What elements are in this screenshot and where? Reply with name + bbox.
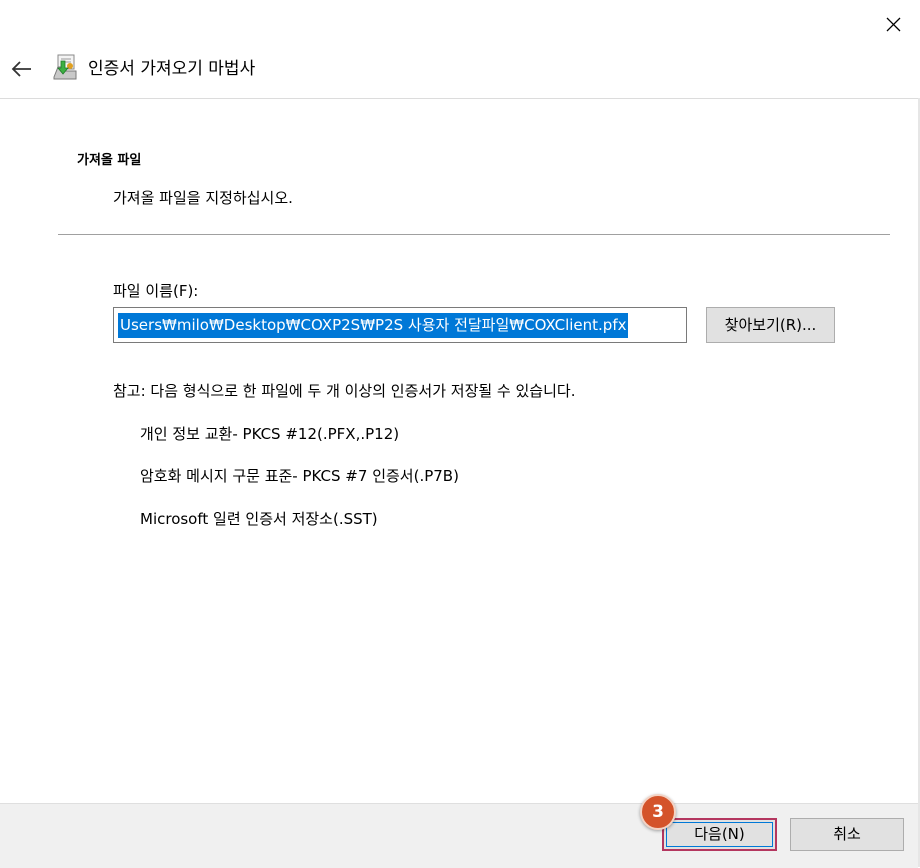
- file-name-value: Users₩milo₩Desktop₩COXP2S₩P2S 사용자 전달파일₩C…: [118, 313, 629, 338]
- next-button[interactable]: 다음(N): [662, 818, 777, 851]
- section-divider: [58, 234, 890, 235]
- close-icon: [886, 17, 901, 32]
- header-divider: [0, 98, 918, 99]
- section-description: 가져올 파일을 지정하십시오.: [113, 189, 293, 207]
- format-item-pkcs7: 암호화 메시지 구문 표준- PKCS #7 인증서(.P7B): [140, 467, 459, 485]
- wizard-title: 인증서 가져오기 마법사: [88, 59, 256, 79]
- title-bar: [0, 0, 920, 98]
- back-button[interactable]: [8, 56, 36, 82]
- file-name-label: 파일 이름(F):: [113, 282, 199, 300]
- back-arrow-icon: [11, 61, 31, 77]
- footer-bar: [0, 803, 918, 868]
- certificate-import-icon: [53, 54, 77, 80]
- focus-ring: [666, 822, 773, 847]
- format-item-pkcs12: 개인 정보 교환- PKCS #12(.PFX,.P12): [140, 425, 400, 443]
- format-note: 참고: 다음 형식으로 한 파일에 두 개 이상의 인증서가 저장될 수 있습니…: [113, 382, 576, 400]
- file-name-input[interactable]: Users₩milo₩Desktop₩COXP2S₩P2S 사용자 전달파일₩C…: [113, 307, 687, 343]
- section-heading: 가져올 파일: [77, 153, 142, 168]
- browse-button[interactable]: 찾아보기(R)...: [706, 307, 835, 343]
- step-badge: 3: [640, 794, 676, 830]
- close-button[interactable]: [876, 8, 912, 40]
- cancel-button[interactable]: 취소: [790, 818, 904, 851]
- format-item-sst: Microsoft 일련 인증서 저장소(.SST): [140, 510, 378, 528]
